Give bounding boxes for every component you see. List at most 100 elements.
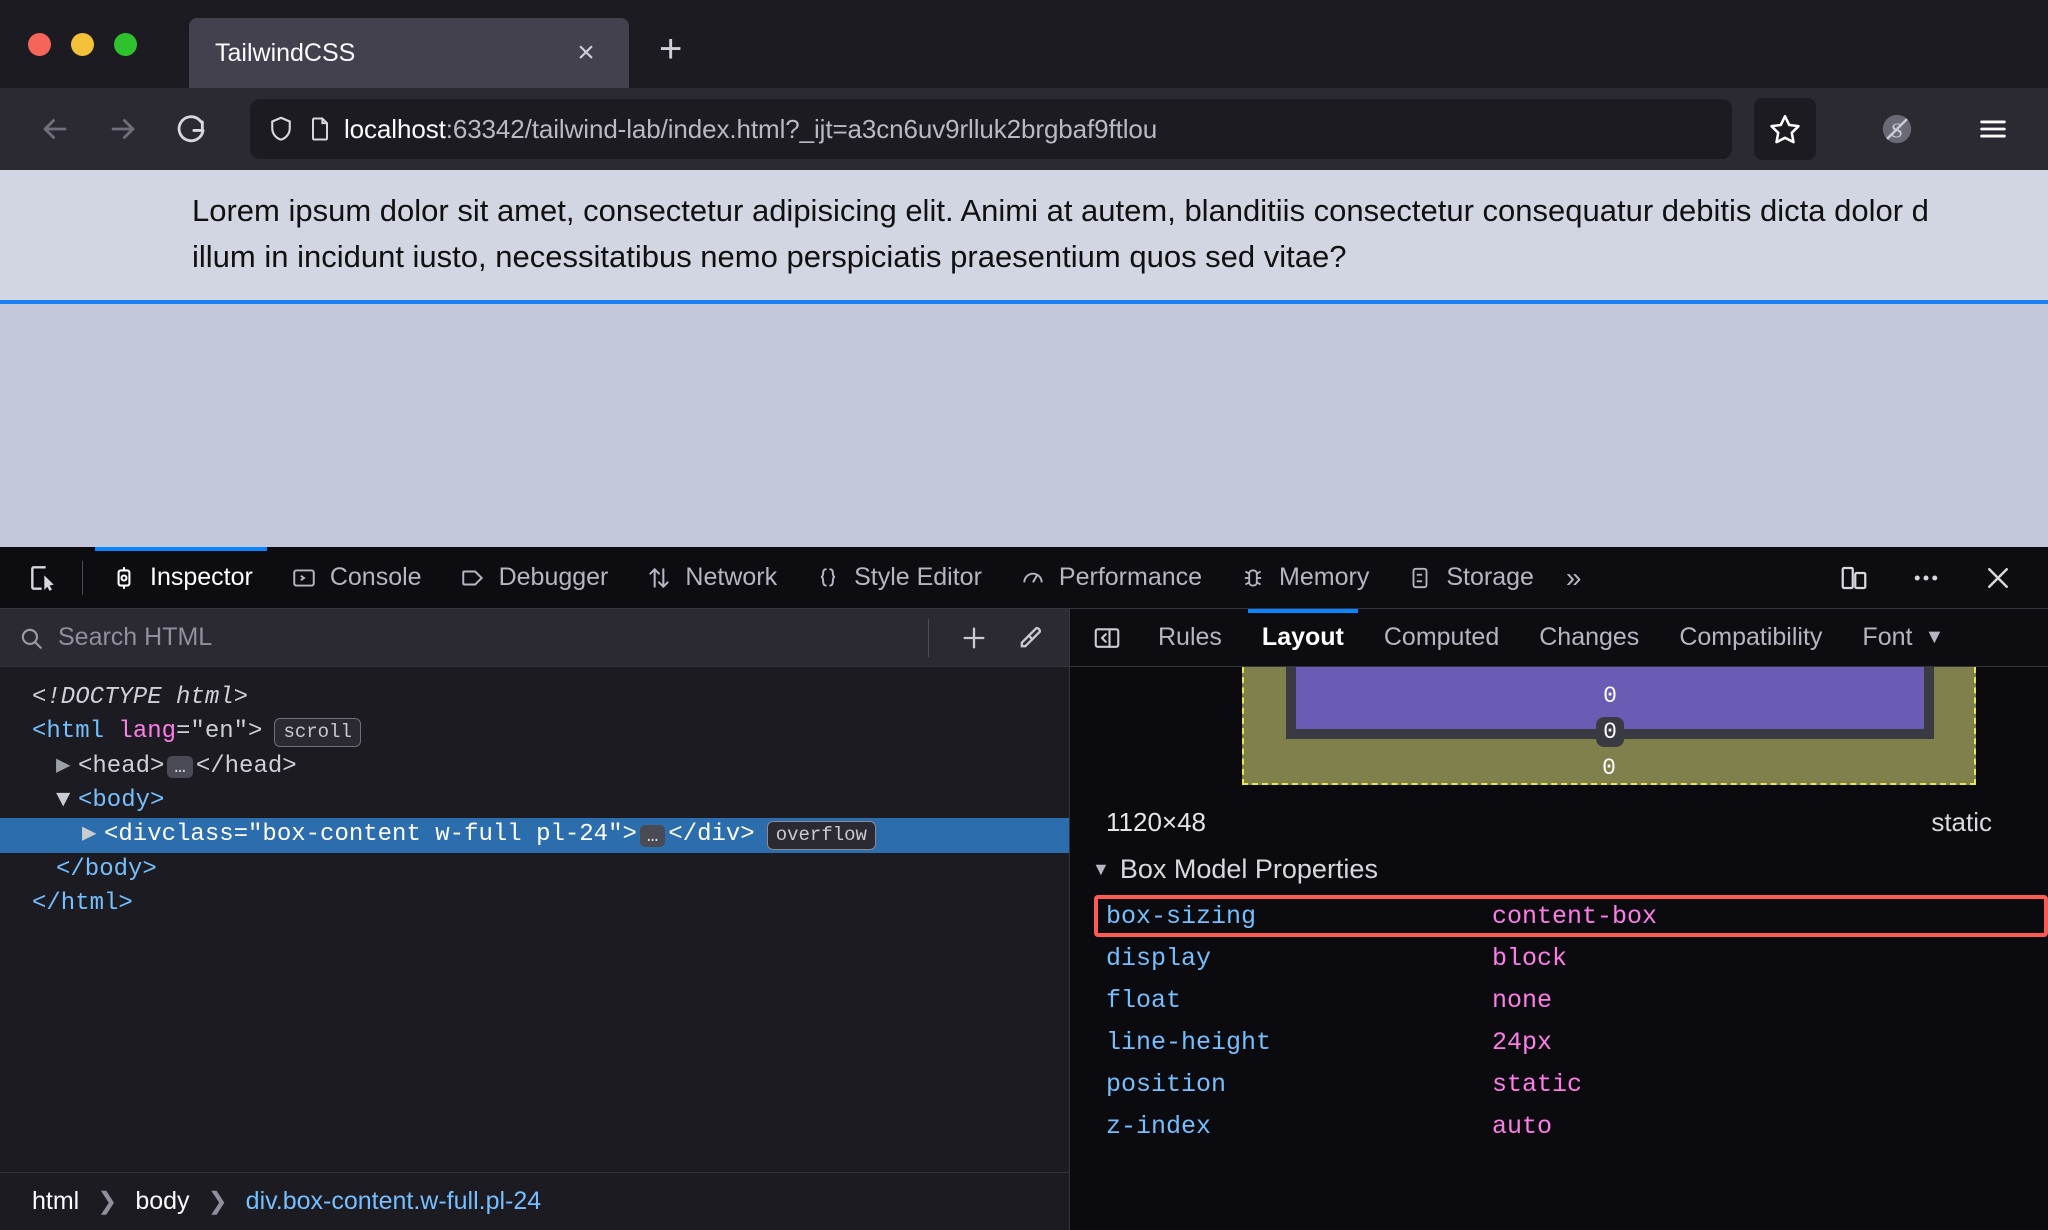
margin-bottom-value[interactable]: 0 <box>1602 755 1616 781</box>
tab-network[interactable]: Network <box>626 547 795 609</box>
property-row-float[interactable]: float none <box>1070 979 2048 1021</box>
property-value-z-index: auto <box>1492 1111 1553 1141</box>
property-name-position: position <box>1106 1069 1227 1099</box>
box-model-margin-region[interactable]: 0 0 0 <box>1242 667 1976 785</box>
html-lang-attr: lang <box>118 718 177 746</box>
add-node-icon[interactable] <box>949 613 999 663</box>
browser-tab[interactable]: TailwindCSS × <box>189 18 629 88</box>
tab-storage[interactable]: Storage <box>1387 547 1552 609</box>
devtools-tabs: Inspector Console Debugger Network Style… <box>91 546 1596 609</box>
property-row-z-index[interactable]: z-index auto <box>1070 1105 2048 1147</box>
responsive-design-mode-icon[interactable] <box>1826 550 1882 606</box>
minimize-window-button[interactable] <box>71 32 94 56</box>
dom-line-html[interactable]: <html lang ="en"> scroll <box>0 715 1069 749</box>
close-devtools-icon[interactable] <box>1970 550 2026 606</box>
new-tab-button[interactable]: + <box>659 27 682 72</box>
collapse-triangle-icon[interactable]: ▼ <box>1092 859 1110 880</box>
performance-icon <box>1018 565 1048 591</box>
breadcrumb-item-div[interactable]: div.box-content.w-full.pl-24 <box>240 1183 548 1220</box>
padding-bottom-value[interactable]: 0 <box>1603 683 1617 709</box>
sidebar-tab-computed[interactable]: Computed <box>1364 609 1519 667</box>
devtools-body: Search HTML <!DOCTYPE html> <html lang =… <box>0 608 2048 1230</box>
forward-button[interactable] <box>92 98 154 160</box>
eyedropper-icon[interactable] <box>1005 613 1055 663</box>
property-row-display[interactable]: display block <box>1070 937 2048 979</box>
property-row-position[interactable]: position static <box>1070 1063 2048 1105</box>
border-bottom-value[interactable]: 0 <box>1596 717 1624 747</box>
box-model-diagram[interactable]: 0 0 0 <box>1070 667 2048 785</box>
property-row-line-height[interactable]: line-height 24px <box>1070 1021 2048 1063</box>
close-tab-icon[interactable]: × <box>569 38 603 68</box>
sidebar-tab-rules[interactable]: Rules <box>1138 609 1242 667</box>
sidebar-tab-changes[interactable]: Changes <box>1519 609 1659 667</box>
more-tabs-icon[interactable]: » <box>1552 562 1596 594</box>
sidebar-tab-compatibility[interactable]: Compatibility <box>1659 609 1842 667</box>
expand-arrow-div-icon[interactable]: ▶ <box>82 821 104 849</box>
dom-line-head[interactable]: ▶ <head>… </head> <box>0 750 1069 784</box>
extension-icon[interactable]: S <box>1866 98 1928 160</box>
address-bar[interactable]: localhost:63342/tailwind-lab/index.html?… <box>250 99 1732 159</box>
element-picker-icon[interactable] <box>12 562 74 594</box>
search-html-row: Search HTML <box>0 609 1069 667</box>
property-name-box-sizing: box-sizing <box>1106 901 1257 931</box>
dom-line-div-selected[interactable]: ▶ <div class ="box-content w-full pl-24">…… <box>0 818 1069 853</box>
body-close-tag: </body> <box>56 855 157 883</box>
window-controls <box>0 32 137 56</box>
sidebar-tab-font[interactable]: Font <box>1842 609 1932 667</box>
page-empty-area <box>0 304 2048 547</box>
tab-inspector[interactable]: Inspector <box>91 546 271 609</box>
tab-console[interactable]: Console <box>271 547 440 609</box>
collapse-sidebar-icon[interactable] <box>1076 623 1138 653</box>
console-icon <box>289 565 319 591</box>
breadcrumb-separator-icon: ❯ <box>97 1188 118 1215</box>
tool-separator <box>928 618 929 657</box>
dom-line-body[interactable]: ▼ <body> <box>0 784 1069 818</box>
devtools-panel: Inspector Console Debugger Network Style… <box>0 546 2048 1230</box>
sidebar-tab-rules-label: Rules <box>1158 623 1222 651</box>
expand-arrow-head-icon[interactable]: ▶ <box>56 753 78 781</box>
toolbar-separator <box>82 560 83 595</box>
breadcrumb-separator-icon-2: ❯ <box>207 1188 228 1215</box>
page-info-icon <box>306 115 334 143</box>
bookmark-star-icon[interactable] <box>1754 98 1816 160</box>
markup-pane: Search HTML <!DOCTYPE html> <html lang =… <box>0 609 1070 1230</box>
tab-style-editor[interactable]: Style Editor <box>795 547 1000 609</box>
back-button[interactable] <box>24 98 86 160</box>
maximize-window-button[interactable] <box>114 32 137 56</box>
tab-performance[interactable]: Performance <box>1000 547 1220 609</box>
hamburger-menu-icon[interactable] <box>1962 98 2024 160</box>
devtools-toolbar-right <box>1826 550 2048 606</box>
title-bar: TailwindCSS × + <box>0 0 2048 88</box>
property-name-line-height: line-height <box>1106 1027 1272 1057</box>
search-html-input[interactable]: Search HTML <box>58 623 928 652</box>
storage-icon <box>1405 565 1435 591</box>
search-icon <box>0 625 58 651</box>
property-row-box-sizing[interactable]: box-sizing content-box <box>1070 895 2048 937</box>
dom-tree[interactable]: <!DOCTYPE html> <html lang ="en"> scroll ▶… <box>0 667 1069 1172</box>
breadcrumb-item-html[interactable]: html <box>26 1183 85 1220</box>
reload-button[interactable] <box>160 98 222 160</box>
inspector-icon <box>109 565 139 591</box>
devtools-options-icon[interactable] <box>1898 550 1954 606</box>
property-value-float: none <box>1492 985 1553 1015</box>
tab-debugger[interactable]: Debugger <box>440 547 627 609</box>
tab-memory-label: Memory <box>1279 563 1370 591</box>
close-window-button[interactable] <box>28 32 51 56</box>
head-close-tag: </head> <box>195 752 297 780</box>
div-ellipsis-icon[interactable]: … <box>639 824 666 847</box>
sidebar-tabs: Rules Layout Computed Changes Compatibil… <box>1070 608 2048 667</box>
html-close-tag: </html> <box>32 890 133 918</box>
tab-memory[interactable]: Memory <box>1220 547 1387 609</box>
sidebar-tab-computed-label: Computed <box>1383 623 1500 651</box>
box-model-properties-header[interactable]: ▼ Box Model Properties <box>1070 848 2048 895</box>
head-ellipsis-icon[interactable]: … <box>167 755 193 778</box>
collapse-arrow-body-icon[interactable]: ▼ <box>56 787 78 815</box>
network-icon <box>644 565 674 591</box>
sidebar-tab-font-label: Font <box>1862 623 1913 651</box>
div-class-attr: class <box>161 821 234 849</box>
breadcrumb-item-body[interactable]: body <box>129 1183 195 1220</box>
url-path: :63342/tailwind-lab/index.html?_ijt=a3cn… <box>445 113 1158 144</box>
url-text: localhost:63342/tailwind-lab/index.html?… <box>344 114 1716 145</box>
sidebar-tab-layout[interactable]: Layout <box>1242 608 1364 667</box>
box-model-border-region[interactable]: 0 0 <box>1286 667 1934 747</box>
